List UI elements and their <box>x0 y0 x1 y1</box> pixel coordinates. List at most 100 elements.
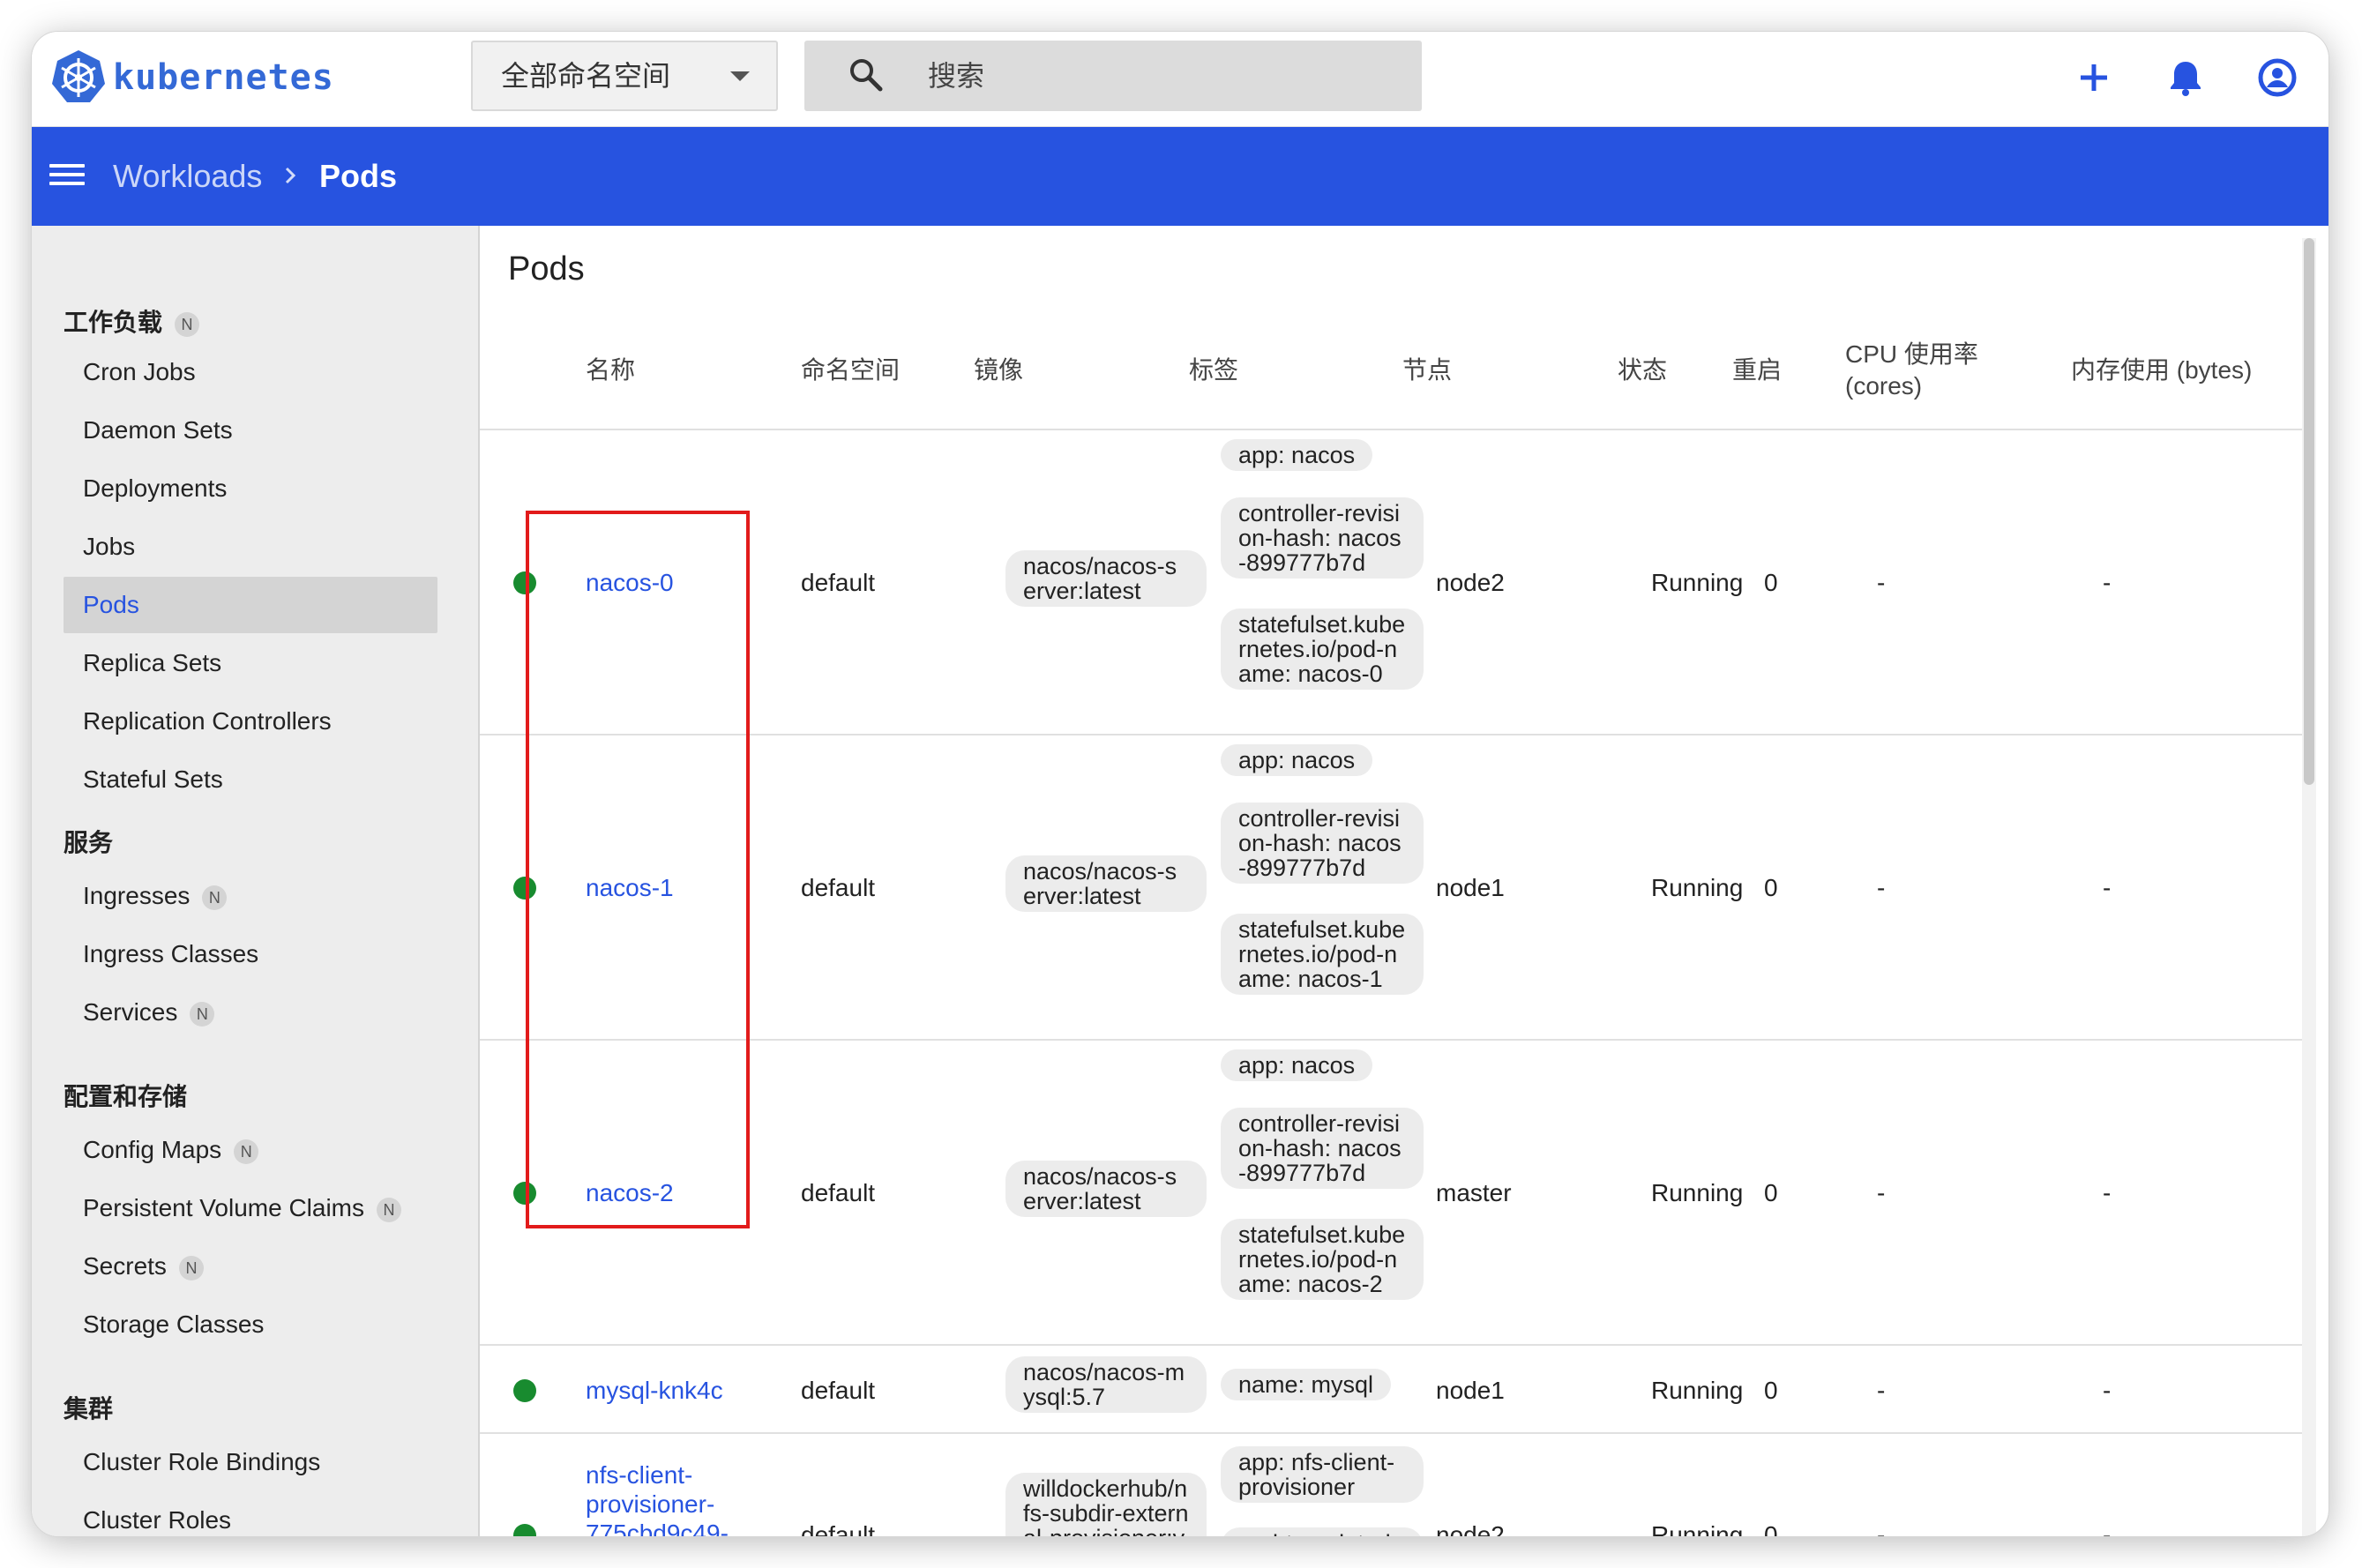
kubernetes-logo-icon[interactable] <box>49 48 108 106</box>
column-header-status[interactable]: 状态 <box>1618 355 1667 386</box>
table-row[interactable]: mysql-knk4c default nacos/nacos-mysql:5.… <box>480 1348 2316 1434</box>
node-cell: node2 <box>1436 1521 1505 1536</box>
add-icon[interactable] <box>2069 53 2119 102</box>
label-chip: app: nacos <box>1221 439 1373 471</box>
namespaced-badge: N <box>175 311 200 337</box>
table-row[interactable]: nacos-0 default nacos/nacos-server:lates… <box>480 432 2316 735</box>
sidebar-item-services[interactable]: Services N <box>64 984 437 1041</box>
label-chip: app: nfs-client-provisioner <box>1221 1446 1424 1503</box>
search-input[interactable] <box>928 41 1404 111</box>
app-window: kubernetes 全部命名空间 搜索 Workloads Pods 工作负载… <box>31 31 2329 1537</box>
sidebar-section-config-storage: 配置和存储 <box>64 1083 188 1110</box>
cpu-cell: - <box>1877 1377 1886 1404</box>
table-row[interactable]: nacos-1 default nacos/nacos-server:lates… <box>480 737 2316 1041</box>
sidebar-item-label: Secrets <box>83 1252 167 1280</box>
table-row[interactable]: nfs-client-provisioner-775cbd9c49-w77kc … <box>480 1436 2316 1536</box>
sidebar-item-replication-controllers[interactable]: Replication Controllers <box>64 693 437 750</box>
sidebar: 工作负载 N Cron Jobs Daemon Sets Deployments … <box>32 226 480 1536</box>
status-cell: Running <box>1651 874 1744 901</box>
cpu-cell: - <box>1877 874 1886 901</box>
cpu-cell: - <box>1877 1179 1886 1206</box>
restarts-cell: 0 <box>1764 1179 1778 1206</box>
memory-cell: - <box>2103 569 2112 596</box>
search-icon <box>850 59 883 92</box>
sidebar-item-deployments[interactable]: Deployments <box>64 460 437 517</box>
running-status-icon <box>513 1524 536 1536</box>
label-chip: statefulset.kubernetes.io/pod-name: naco… <box>1221 914 1424 995</box>
label-chip: statefulset.kubernetes.io/pod-name: naco… <box>1221 609 1424 690</box>
running-status-icon <box>513 1379 536 1402</box>
sidebar-item-persistent-volume-claims[interactable]: Persistent Volume Claims N <box>64 1180 437 1236</box>
sidebar-item-jobs[interactable]: Jobs <box>64 519 437 575</box>
sidebar-section-services: 服务 <box>64 829 114 856</box>
namespaced-badge: N <box>178 1255 204 1281</box>
breadcrumb-current: Pods <box>319 158 398 194</box>
column-header-cpu[interactable]: CPU 使用率 (cores) <box>1845 339 2022 402</box>
pod-name-link[interactable]: nfs-client-provisioner-775cbd9c49-w77kc <box>586 1460 762 1536</box>
label-chip: controller-revision-hash: nacos-899777b7… <box>1221 803 1424 884</box>
namespaced-badge: N <box>190 1001 215 1027</box>
namespace-cell: default <box>801 569 876 596</box>
label-chip: statefulset.kubernetes.io/pod-name: naco… <box>1221 1219 1424 1300</box>
sidebar-item-daemon-sets[interactable]: Daemon Sets <box>64 402 437 459</box>
sidebar-item-replica-sets[interactable]: Replica Sets <box>64 635 437 691</box>
memory-cell: - <box>2103 874 2112 901</box>
namespace-cell: default <box>801 874 876 901</box>
breadcrumb-bar: Workloads Pods <box>32 127 2328 226</box>
image-chip: nacos/nacos-server:latest <box>1005 550 1207 607</box>
namespaced-badge: N <box>202 885 228 910</box>
namespace-cell: default <box>801 1179 876 1206</box>
notifications-bell-icon[interactable] <box>2161 53 2210 102</box>
label-chip: controller-revision-hash: nacos-899777b7… <box>1221 1108 1424 1189</box>
sidebar-item-stateful-sets[interactable]: Stateful Sets <box>64 751 437 808</box>
sidebar-item-config-maps[interactable]: Config Maps N <box>64 1122 437 1178</box>
column-header-namespace[interactable]: 命名空间 <box>801 355 900 386</box>
highlight-annotation-box <box>526 511 750 1228</box>
breadcrumb-workloads[interactable]: Workloads <box>113 153 262 199</box>
status-cell: Running <box>1651 1521 1744 1536</box>
sidebar-item-ingress-classes[interactable]: Ingress Classes <box>64 926 437 982</box>
table-row[interactable]: nacos-2 default nacos/nacos-server:lates… <box>480 1042 2316 1346</box>
memory-cell: - <box>2103 1179 2112 1206</box>
column-header-labels[interactable]: 标签 <box>1189 355 1238 386</box>
sidebar-item-storage-classes[interactable]: Storage Classes <box>64 1296 437 1353</box>
sidebar-item-pods[interactable]: Pods <box>64 577 437 633</box>
column-header-image[interactable]: 镜像 <box>974 355 1023 386</box>
pod-name-link[interactable]: mysql-knk4c <box>586 1376 723 1406</box>
image-chip: nacos/nacos-server:latest <box>1005 855 1207 912</box>
status-cell: Running <box>1651 569 1744 596</box>
column-header-node[interactable]: 节点 <box>1402 355 1452 386</box>
cpu-cell: - <box>1877 1521 1886 1536</box>
sidebar-item-secrets[interactable]: Secrets N <box>64 1238 437 1295</box>
column-header-name[interactable]: 名称 <box>586 355 635 386</box>
search-bar[interactable] <box>804 41 1422 111</box>
sidebar-item-label: Services <box>83 998 178 1026</box>
chevron-down-icon <box>730 71 750 81</box>
label-chip: app: nacos <box>1221 1049 1373 1081</box>
restarts-cell: 0 <box>1764 1521 1778 1536</box>
scrollbar-thumb[interactable] <box>2304 238 2314 785</box>
sidebar-item-cron-jobs[interactable]: Cron Jobs <box>64 344 437 400</box>
memory-cell: - <box>2103 1377 2112 1404</box>
restarts-cell: 0 <box>1764 874 1778 901</box>
image-chip: nacos/nacos-server:latest <box>1005 1161 1207 1217</box>
namespace-cell: default <box>801 1521 876 1536</box>
sidebar-item-cluster-role-bindings[interactable]: Cluster Role Bindings <box>64 1434 437 1490</box>
table-header: 名称 命名空间 镜像 标签 节点 状态 重启 CPU 使用率 (cores) 内… <box>480 310 2316 430</box>
main-content: Pods 名称 命名空间 镜像 标签 节点 状态 重启 CPU 使用率 (cor… <box>480 226 2316 1536</box>
sidebar-item-label: Config Maps <box>83 1136 222 1163</box>
column-header-restarts[interactable]: 重启 <box>1732 355 1782 386</box>
account-icon[interactable] <box>2253 53 2302 102</box>
vertical-scrollbar[interactable] <box>2302 238 2316 1536</box>
node-cell: node1 <box>1436 874 1505 901</box>
page-title: Pods <box>508 250 585 287</box>
top-bar: kubernetes 全部命名空间 <box>32 32 2328 127</box>
namespace-select[interactable]: 全部命名空间 <box>471 41 778 111</box>
status-cell: Running <box>1651 1179 1744 1206</box>
column-header-memory[interactable]: 内存使用 (bytes) <box>2071 355 2252 386</box>
sidebar-item-ingresses[interactable]: Ingresses N <box>64 868 437 924</box>
menu-icon[interactable] <box>49 159 85 194</box>
sidebar-item-cluster-roles[interactable]: Cluster Roles <box>64 1492 437 1536</box>
brand-name[interactable]: kubernetes <box>113 51 334 104</box>
node-cell: node2 <box>1436 569 1505 596</box>
